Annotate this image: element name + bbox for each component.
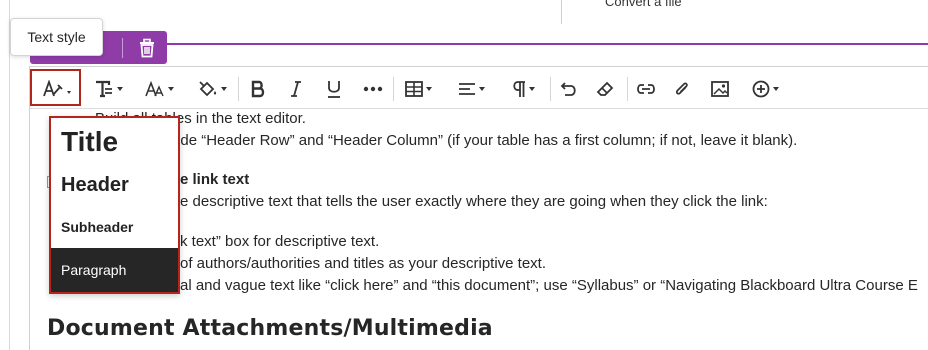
panel-divider xyxy=(561,0,562,24)
tooltip: Text style xyxy=(10,18,103,56)
add-content-icon xyxy=(752,80,769,98)
attachment-icon xyxy=(675,82,688,95)
italic-button[interactable] xyxy=(284,73,308,105)
font-size-button[interactable] xyxy=(141,73,177,105)
undo-icon xyxy=(560,82,576,96)
table-button[interactable] xyxy=(400,73,436,105)
format-icon xyxy=(95,80,112,98)
format-button[interactable] xyxy=(90,73,126,105)
menu-item-subheader[interactable]: Subheader xyxy=(51,219,178,235)
paragraph-button[interactable] xyxy=(505,73,541,105)
text-style-menu: Title Header Subheader Paragraph xyxy=(49,116,180,294)
attach-file-button[interactable] xyxy=(670,73,694,105)
content-line: k text” box for descriptive text. xyxy=(180,233,380,250)
eraser-icon xyxy=(596,81,614,96)
section-heading: Document Attachments/Multimedia xyxy=(47,316,493,341)
bold-icon xyxy=(251,80,265,98)
link-icon xyxy=(637,84,655,94)
italic-icon xyxy=(291,81,301,97)
toolbar-separator xyxy=(550,77,551,101)
align-icon xyxy=(458,83,475,95)
table-icon xyxy=(404,81,423,97)
text-style-highlight xyxy=(30,69,81,106)
content-line: oxes beside “Header Row” and “Header Col… xyxy=(117,132,798,149)
font-size-icon xyxy=(144,80,164,97)
menu-item-paragraph[interactable]: Paragraph xyxy=(51,248,178,292)
fill-color-button[interactable] xyxy=(194,73,230,105)
paragraph-icon xyxy=(512,81,525,97)
underline-icon xyxy=(328,81,340,98)
page: Convert a file Build all tables in the t… xyxy=(0,0,928,350)
toolbar-separator xyxy=(393,77,394,101)
convert-file-link[interactable]: Convert a file xyxy=(605,0,682,9)
insert-link-button[interactable] xyxy=(634,73,658,105)
content-line: al and vague text like “click here” and … xyxy=(180,277,918,294)
content-line: of authors/authorities and titles as you… xyxy=(180,255,547,272)
block-tab-separator xyxy=(122,38,123,58)
content-line: e descriptive text that tells the user e… xyxy=(180,193,768,210)
more-formatting-button[interactable] xyxy=(360,73,386,105)
content-subheading: e link text xyxy=(180,171,250,188)
more-icon xyxy=(363,86,383,92)
image-icon xyxy=(711,81,729,97)
delete-block-button[interactable] xyxy=(135,37,159,59)
toolbar-separator xyxy=(627,77,628,101)
undo-button[interactable] xyxy=(557,73,581,105)
menu-item-title[interactable]: Title xyxy=(51,126,178,158)
clear-formatting-button[interactable] xyxy=(593,73,617,105)
underline-button[interactable] xyxy=(322,73,346,105)
add-content-button[interactable] xyxy=(747,73,783,105)
bold-button[interactable] xyxy=(246,73,270,105)
fill-color-icon xyxy=(198,81,216,97)
menu-item-header[interactable]: Header xyxy=(51,174,178,197)
insert-image-button[interactable] xyxy=(708,73,732,105)
align-button[interactable] xyxy=(453,73,489,105)
toolbar-separator xyxy=(238,77,239,101)
trash-icon xyxy=(140,38,154,58)
